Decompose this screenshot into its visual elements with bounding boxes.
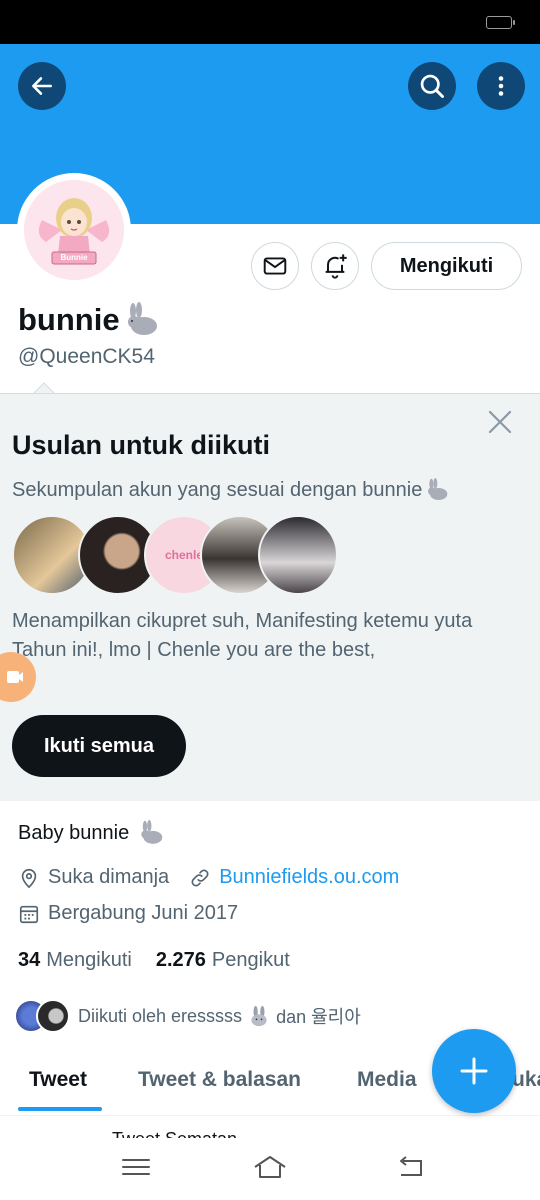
suggested-avatar-5[interactable] (258, 515, 338, 595)
follow-counts: 34 Mengikuti 2.276 Pengikut (18, 949, 290, 972)
rabbit-icon (141, 820, 163, 844)
close-icon[interactable] (484, 406, 516, 438)
followers-count: 2.276 (155, 949, 206, 971)
back-button[interactable] (18, 62, 66, 110)
display-name-text: bunnie (18, 302, 120, 337)
home-icon[interactable] (252, 1152, 288, 1182)
more-options-button[interactable] (477, 62, 525, 110)
followers-count-link[interactable]: 2.276 Pengikut (156, 949, 290, 972)
following-count-link[interactable]: 34 Mengikuti (18, 949, 132, 972)
bio-text: Baby bunnie (18, 821, 130, 844)
suggested-avatar-3-text: chenle (164, 548, 203, 562)
active-tab-indicator (18, 1107, 102, 1111)
follow-all-button[interactable]: Ikuti semua (12, 715, 186, 777)
mail-icon (263, 257, 287, 275)
following-label: Mengikuti (46, 949, 132, 971)
profile-bio: Baby bunnie (18, 820, 165, 846)
more-vertical-icon (498, 76, 504, 96)
search-button[interactable] (408, 62, 456, 110)
location-pin-icon (21, 868, 37, 888)
calendar-icon (19, 905, 39, 923)
followed-by-text: Diikuti oleh eresssss (78, 1005, 243, 1026)
pinned-tweet-peek: Tweet Sematan (80, 1126, 240, 1138)
avatar-label: Bunnie (60, 253, 88, 262)
link-icon (191, 869, 209, 886)
pinned-tweet-label: Tweet Sematan (80, 1129, 237, 1138)
suggestions-subtitle-text: Sekumpulan akun yang sesuai dengan bunni… (12, 478, 423, 501)
followers-label: Pengikut (211, 949, 290, 971)
battery-icon (486, 16, 515, 29)
followed-by-suffix: dan 율리아 (276, 1007, 361, 1027)
suggestions-title: Usulan untuk diikuti (12, 430, 271, 460)
profile-location: Suka dimanja (48, 866, 170, 888)
rabbit-icon (428, 478, 448, 500)
profile-meta-joined-row: Bergabung Juni 2017 (18, 902, 238, 925)
suggestions-description: Menampilkan cikupret suh, Manifesting ke… (12, 610, 473, 661)
following-button[interactable]: Mengikuti (371, 242, 522, 290)
profile-meta-location-row: Suka dimanja Bunniefields.ou.com (18, 866, 399, 889)
suggested-avatars[interactable]: chenle (12, 515, 342, 595)
tab-tweet[interactable]: Tweet (29, 1068, 87, 1092)
tab-media[interactable]: Media (357, 1068, 417, 1092)
follower-avatar-2 (36, 999, 70, 1033)
status-bar (0, 0, 540, 44)
video-camera-icon (7, 671, 23, 683)
bell-plus-icon (325, 254, 347, 279)
profile-avatar[interactable]: Bunnie (17, 173, 131, 287)
profile-website-link[interactable]: Bunniefields.ou.com (219, 866, 399, 889)
rabbit-icon (127, 302, 157, 335)
menu-icon[interactable] (118, 1152, 154, 1182)
followed-by-row[interactable]: Diikuti oleh eresssss dan 율리아 (14, 999, 361, 1033)
plus-icon (460, 1057, 488, 1085)
avatar-image: Bunnie (24, 180, 124, 280)
suggestions-subtitle: Sekumpulan akun yang sesuai dengan bunni… (12, 478, 450, 502)
following-count: 34 (18, 949, 41, 971)
system-nav-bar (0, 1138, 540, 1200)
back-nav-icon[interactable] (393, 1152, 429, 1182)
profile-handle: @QueenCK54 (18, 345, 155, 368)
arrow-left-icon (32, 77, 52, 95)
tab-tweet-replies[interactable]: Tweet & balasan (138, 1068, 301, 1092)
notifications-button[interactable] (311, 242, 359, 290)
rabbit-icon (251, 1005, 267, 1027)
search-icon (420, 74, 444, 98)
message-button[interactable] (251, 242, 299, 290)
profile-joined-date: Bergabung Juni 2017 (48, 902, 239, 924)
display-name: bunnie (18, 302, 160, 338)
compose-tweet-button[interactable] (432, 1029, 516, 1113)
